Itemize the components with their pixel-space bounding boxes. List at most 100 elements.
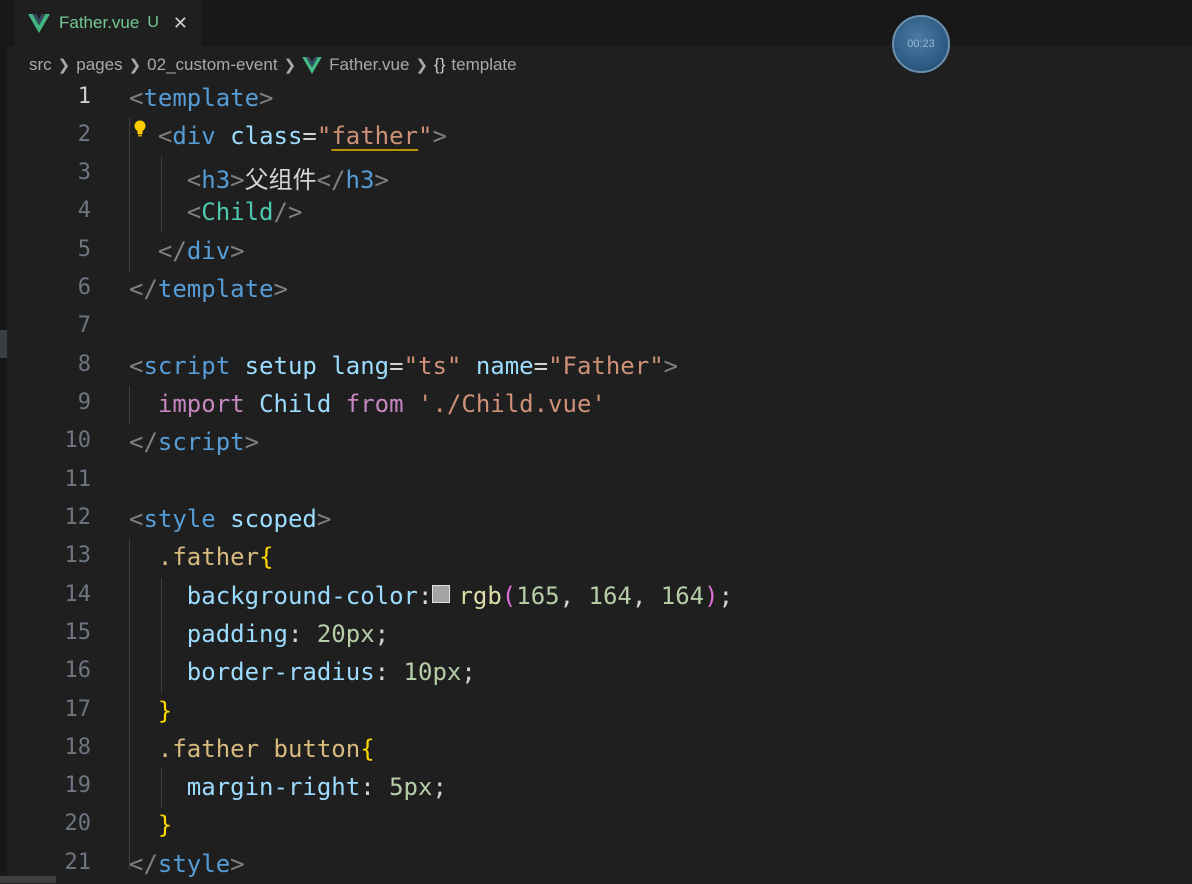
tab-bar: Father.vue U ✕ (7, 0, 1192, 46)
close-icon[interactable]: ✕ (173, 13, 188, 34)
tag-bracket: > (273, 275, 288, 303)
tag-bracket: < (129, 505, 144, 533)
line-number: 12 (64, 505, 92, 530)
attr-name: setup (244, 352, 317, 380)
line-number: 6 (77, 275, 91, 300)
chevron-right-icon: ❯ (283, 57, 297, 74)
code-line[interactable]: 8 <script setup lang="ts" name="Father"> (0, 348, 1192, 386)
code-line[interactable]: 3 <h3>父组件</h3> (0, 156, 1192, 194)
css-value: 20px (316, 620, 375, 648)
braces-icon: {} (434, 55, 446, 74)
code-line[interactable]: 11 (0, 463, 1192, 501)
line-number: 18 (64, 735, 92, 760)
code-line[interactable]: 14 background-color: rgb(165, 164, 164); (0, 578, 1192, 616)
attr-value: "ts" (403, 352, 462, 380)
component-name: Child (201, 198, 274, 226)
tag-name: style (143, 505, 216, 533)
line-number: 4 (77, 198, 91, 223)
code-editor[interactable]: 1 <template> 2 <div class="father"> 3 <h… (0, 80, 1192, 883)
equals: = (389, 352, 404, 380)
code-line[interactable]: 10 </script> (0, 424, 1192, 462)
semicolon: ; (432, 773, 447, 801)
text-content: 父组件 (244, 166, 317, 194)
css-selector: .father (157, 543, 260, 571)
keyword: import (157, 390, 245, 418)
code-line[interactable]: 5 </div> (0, 233, 1192, 271)
css-property: border-radius (186, 658, 375, 686)
horizontal-scrollbar[interactable] (0, 876, 56, 883)
tag-name: script (143, 352, 231, 380)
css-property: padding (186, 620, 288, 648)
brace: } (157, 697, 173, 725)
colon: : (287, 620, 317, 648)
tag-bracket: > (432, 122, 447, 150)
chevron-right-icon: ❯ (415, 57, 429, 74)
tag-bracket: < (157, 122, 173, 150)
line-number: 17 (64, 697, 92, 722)
identifier: Child (259, 390, 332, 418)
tag-bracket: < (129, 84, 144, 112)
code-line[interactable]: 6 </template> (0, 271, 1192, 309)
tag-bracket: > (230, 166, 245, 194)
tag-bracket: > (663, 352, 679, 380)
css-value: 10px (403, 658, 462, 686)
vue-file-icon (28, 13, 50, 33)
tag-bracket: < (186, 166, 202, 194)
code-line[interactable]: 2 <div class="father"> (0, 118, 1192, 156)
lightbulb-icon[interactable] (133, 120, 147, 143)
code-line[interactable]: 20 } (0, 807, 1192, 845)
line-number: 14 (64, 582, 92, 607)
semicolon: ; (374, 620, 390, 648)
code-line[interactable]: 15 padding: 20px; (0, 616, 1192, 654)
tag-bracket: </ (129, 428, 158, 456)
semicolon: ; (461, 658, 476, 686)
colon: : (417, 582, 433, 610)
code-line[interactable]: 13 .father{ (0, 539, 1192, 577)
code-line[interactable]: 12 <style scoped> (0, 501, 1192, 539)
line-number: 19 (64, 773, 92, 798)
breadcrumb-item-src[interactable]: src (29, 55, 52, 75)
tag-bracket: > (374, 166, 389, 194)
code-line[interactable]: 17 } (0, 693, 1192, 731)
code-line[interactable]: 19 margin-right: 5px; (0, 769, 1192, 807)
breadcrumb: src ❯ pages ❯ 02_custom-event ❯ Father.v… (0, 46, 1192, 84)
number: 164 (660, 582, 705, 610)
number: 165 (516, 582, 560, 610)
breadcrumb-item-custom-event[interactable]: 02_custom-event (147, 55, 277, 75)
tag-bracket: </ (129, 275, 158, 303)
vue-file-icon (302, 56, 322, 74)
line-number: 3 (77, 160, 91, 185)
code-line[interactable]: 16 border-radius: 10px; (0, 654, 1192, 692)
attr-name: name (475, 352, 534, 380)
breadcrumb-item-pages[interactable]: pages (76, 55, 122, 75)
tag-bracket: > (230, 237, 245, 265)
comma: , (559, 582, 589, 610)
code-line[interactable]: 21 </style> (0, 846, 1192, 884)
code-line[interactable]: 18 .father button{ (0, 731, 1192, 769)
tab-father-vue[interactable]: Father.vue U ✕ (14, 0, 202, 46)
code-line[interactable]: 1 <template> (0, 80, 1192, 118)
line-number: 5 (77, 237, 91, 262)
line-number: 7 (77, 313, 91, 338)
equals: = (302, 122, 317, 150)
breadcrumb-item-file[interactable]: Father.vue (329, 55, 409, 75)
code-line[interactable]: 4 <Child/> (0, 194, 1192, 232)
code-line[interactable]: 9 import Child from './Child.vue' (0, 386, 1192, 424)
code-line[interactable]: 7 (0, 309, 1192, 347)
tag-bracket: </ (157, 237, 187, 265)
tab-title: Father.vue (59, 13, 140, 32)
line-number: 21 (64, 850, 92, 875)
tag-bracket: </ (316, 166, 346, 194)
tag-bracket: > (244, 428, 260, 456)
chevron-right-icon: ❯ (128, 57, 142, 74)
number: 164 (588, 582, 632, 610)
line-number: 8 (77, 352, 91, 377)
line-number: 16 (64, 658, 92, 683)
color-swatch-icon[interactable] (432, 585, 451, 603)
css-value: 5px (389, 773, 433, 801)
tag-name: template (143, 84, 260, 112)
breadcrumb-item-template[interactable]: template (451, 55, 516, 75)
tag-name: h3 (201, 166, 231, 194)
paren: ( (501, 582, 517, 610)
attr-name: class (230, 122, 303, 150)
